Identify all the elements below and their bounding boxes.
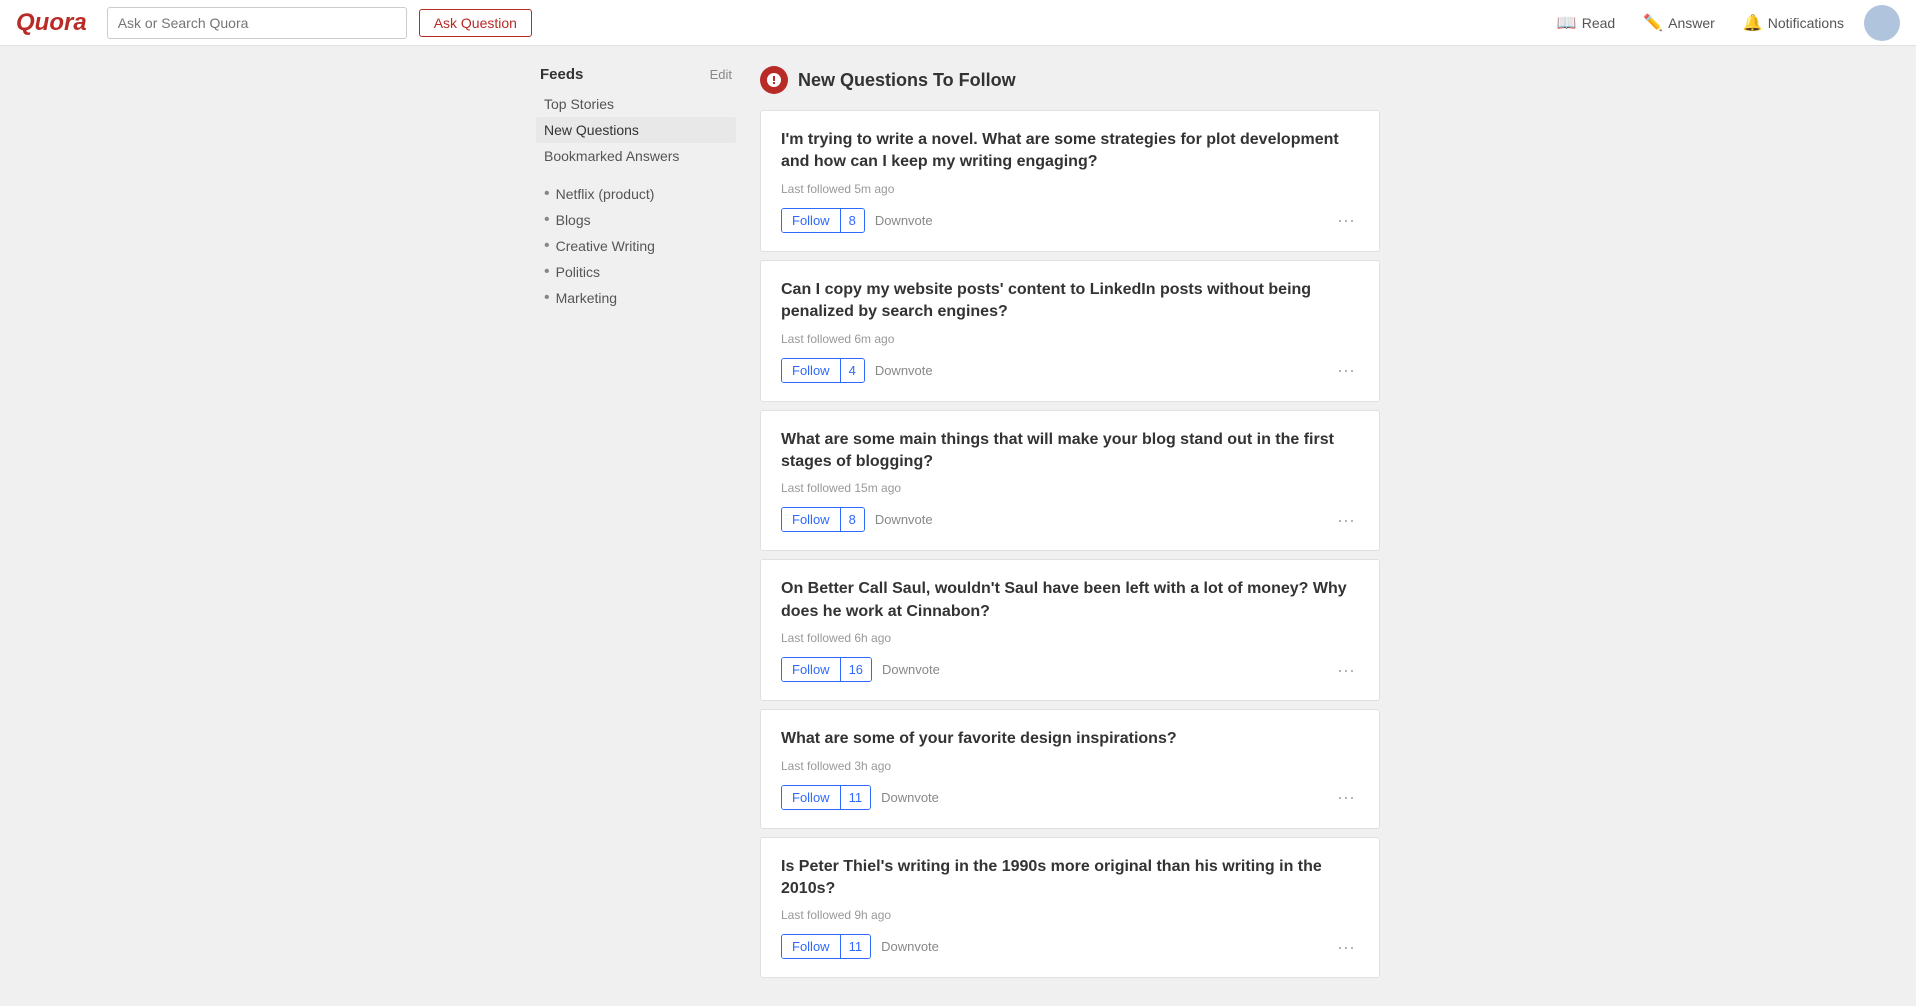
question-card: On Better Call Saul, wouldn't Saul have …	[760, 559, 1380, 701]
ask-question-button[interactable]: Ask Question	[419, 9, 532, 37]
notifications-label: Notifications	[1768, 15, 1844, 31]
downvote-button[interactable]: Downvote	[875, 508, 933, 531]
downvote-button[interactable]: Downvote	[875, 209, 933, 232]
more-options-button[interactable]: ···	[1333, 661, 1359, 679]
read-label: Read	[1582, 15, 1615, 31]
question-meta: Last followed 9h ago	[781, 908, 1359, 922]
sidebar-item-new-questions[interactable]: New Questions	[536, 117, 736, 143]
question-title[interactable]: Is Peter Thiel's writing in the 1990s mo…	[781, 856, 1359, 901]
question-meta: Last followed 6h ago	[781, 631, 1359, 645]
follow-count[interactable]: 16	[840, 658, 871, 681]
downvote-button[interactable]: Downvote	[875, 359, 933, 382]
follow-label[interactable]: Follow	[782, 935, 840, 958]
sidebar: Feeds Edit Top StoriesNew QuestionsBookm…	[536, 66, 736, 986]
question-card: Is Peter Thiel's writing in the 1990s mo…	[760, 837, 1380, 979]
question-card: What are some of your favorite design in…	[760, 709, 1380, 828]
question-actions: Follow 11 Downvote ···	[781, 785, 1359, 810]
follow-label[interactable]: Follow	[782, 508, 840, 531]
more-options-button[interactable]: ···	[1333, 211, 1359, 229]
question-title[interactable]: What are some main things that will make…	[781, 429, 1359, 474]
more-options-button[interactable]: ···	[1333, 361, 1359, 379]
question-card: What are some main things that will make…	[760, 410, 1380, 552]
follow-label[interactable]: Follow	[782, 359, 840, 382]
question-actions: Follow 4 Downvote ···	[781, 358, 1359, 383]
sidebar-item-bookmarked-answers[interactable]: Bookmarked Answers	[536, 143, 736, 169]
follow-count[interactable]: 8	[840, 209, 864, 232]
question-actions: Follow 11 Downvote ···	[781, 934, 1359, 959]
follow-button[interactable]: Follow 8	[781, 507, 865, 532]
feeds-title: Feeds	[540, 66, 583, 83]
bullet-icon: •	[544, 185, 550, 203]
bullet-icon: •	[544, 263, 550, 281]
bullet-icon: •	[544, 289, 550, 307]
topic-label: Creative Writing	[556, 238, 655, 254]
question-meta: Last followed 6m ago	[781, 332, 1359, 346]
question-title[interactable]: Can I copy my website posts' content to …	[781, 279, 1359, 324]
topic-label: Politics	[556, 264, 600, 280]
quora-logo[interactable]: Quora	[16, 9, 87, 37]
page-title: New Questions To Follow	[798, 70, 1016, 91]
sidebar-topic-marketing[interactable]: • Marketing	[536, 285, 736, 311]
more-options-button[interactable]: ···	[1333, 938, 1359, 956]
answer-label: Answer	[1668, 15, 1715, 31]
sidebar-topic-blogs[interactable]: • Blogs	[536, 207, 736, 233]
follow-count[interactable]: 11	[840, 935, 871, 958]
topic-label: Netflix (product)	[556, 186, 655, 202]
downvote-button[interactable]: Downvote	[882, 658, 940, 681]
question-meta: Last followed 15m ago	[781, 481, 1359, 495]
question-title[interactable]: What are some of your favorite design in…	[781, 728, 1359, 750]
follow-button[interactable]: Follow 8	[781, 208, 865, 233]
content-area: New Questions To Follow I'm trying to wr…	[760, 66, 1380, 986]
sidebar-topic-netflix[interactable]: • Netflix (product)	[536, 181, 736, 207]
follow-count[interactable]: 8	[840, 508, 864, 531]
read-icon: 📖	[1557, 13, 1577, 33]
questions-list: I'm trying to write a novel. What are so…	[760, 110, 1380, 978]
search-input[interactable]	[107, 7, 407, 39]
question-actions: Follow 8 Downvote ···	[781, 507, 1359, 532]
follow-label[interactable]: Follow	[782, 209, 840, 232]
more-options-button[interactable]: ···	[1333, 511, 1359, 529]
question-title[interactable]: On Better Call Saul, wouldn't Saul have …	[781, 578, 1359, 623]
notifications-nav-item[interactable]: 🔔 Notifications	[1735, 9, 1852, 37]
question-card: Can I copy my website posts' content to …	[760, 260, 1380, 402]
answer-icon: ✏️	[1643, 13, 1663, 33]
avatar[interactable]	[1864, 5, 1900, 41]
question-meta: Last followed 5m ago	[781, 182, 1359, 196]
follow-button[interactable]: Follow 4	[781, 358, 865, 383]
follow-button[interactable]: Follow 16	[781, 657, 872, 682]
page-header: New Questions To Follow	[760, 66, 1380, 94]
topic-label: Blogs	[556, 212, 591, 228]
question-card: I'm trying to write a novel. What are so…	[760, 110, 1380, 252]
more-options-button[interactable]: ···	[1333, 788, 1359, 806]
question-meta: Last followed 3h ago	[781, 759, 1359, 773]
main-container: Feeds Edit Top StoriesNew QuestionsBookm…	[0, 46, 1916, 1006]
edit-feeds-link[interactable]: Edit	[710, 67, 732, 82]
follow-button[interactable]: Follow 11	[781, 785, 871, 810]
follow-button[interactable]: Follow 11	[781, 934, 871, 959]
sidebar-topic-politics[interactable]: • Politics	[536, 259, 736, 285]
sidebar-section-header: Feeds Edit	[536, 66, 736, 83]
sidebar-item-top-stories[interactable]: Top Stories	[536, 91, 736, 117]
follow-label[interactable]: Follow	[782, 658, 840, 681]
downvote-button[interactable]: Downvote	[881, 786, 939, 809]
header: Quora Ask Question 📖 Read ✏️ Answer 🔔 No…	[0, 0, 1916, 46]
follow-label[interactable]: Follow	[782, 786, 840, 809]
sidebar-topics: • Netflix (product)• Blogs• Creative Wri…	[536, 181, 736, 311]
bullet-icon: •	[544, 211, 550, 229]
sidebar-topic-creative-writing[interactable]: • Creative Writing	[536, 233, 736, 259]
follow-count[interactable]: 4	[840, 359, 864, 382]
bullet-icon: •	[544, 237, 550, 255]
read-nav-item[interactable]: 📖 Read	[1549, 9, 1623, 37]
downvote-button[interactable]: Downvote	[881, 935, 939, 958]
new-questions-icon	[767, 73, 781, 87]
topic-label: Marketing	[556, 290, 617, 306]
answer-nav-item[interactable]: ✏️ Answer	[1635, 9, 1723, 37]
page-header-icon	[760, 66, 788, 94]
follow-count[interactable]: 11	[840, 786, 871, 809]
question-actions: Follow 16 Downvote ···	[781, 657, 1359, 682]
notifications-icon: 🔔	[1743, 13, 1763, 33]
question-title[interactable]: I'm trying to write a novel. What are so…	[781, 129, 1359, 174]
sidebar-nav: Top StoriesNew QuestionsBookmarked Answe…	[536, 91, 736, 169]
question-actions: Follow 8 Downvote ···	[781, 208, 1359, 233]
